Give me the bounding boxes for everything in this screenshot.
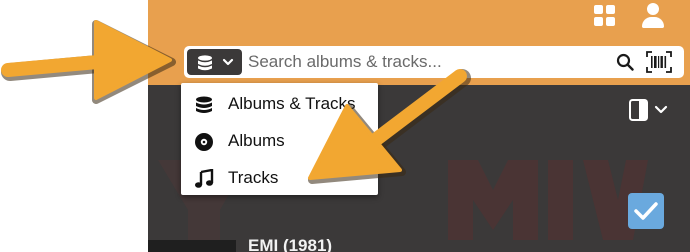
grid-icon[interactable] — [594, 5, 616, 27]
search-bar-area — [148, 37, 690, 85]
database-icon — [196, 96, 212, 113]
album-title[interactable]: EMI (1981) — [248, 236, 332, 252]
menu-item-label: Tracks — [228, 168, 279, 187]
user-icon[interactable] — [640, 3, 666, 29]
menu-item-label: Albums — [228, 131, 285, 150]
source-dropdown-menu: Albums & Tracks Albums Tracks — [181, 83, 378, 195]
magnifier-icon[interactable] — [616, 53, 634, 71]
menu-item-tracks[interactable]: Tracks — [181, 160, 378, 195]
album-thumbnail[interactable] — [148, 240, 236, 252]
chevron-down-icon — [222, 58, 234, 66]
search-box — [184, 46, 684, 78]
database-icon — [198, 55, 212, 71]
menu-item-albums-and-tracks[interactable]: Albums & Tracks — [181, 86, 378, 122]
menu-item-albums[interactable]: Albums — [181, 123, 378, 159]
menu-item-label: Albums & Tracks — [228, 94, 356, 113]
select-checkbox[interactable] — [628, 193, 664, 229]
barcode-icon[interactable] — [646, 51, 672, 73]
layout-toggle-icon[interactable] — [628, 98, 672, 122]
search-input[interactable] — [248, 49, 608, 75]
page-background — [0, 0, 148, 252]
top-bar — [148, 0, 690, 37]
disc-icon — [195, 133, 213, 151]
source-select-button[interactable] — [187, 49, 242, 75]
music-note-icon — [195, 169, 214, 188]
checkmark-icon — [634, 202, 658, 220]
